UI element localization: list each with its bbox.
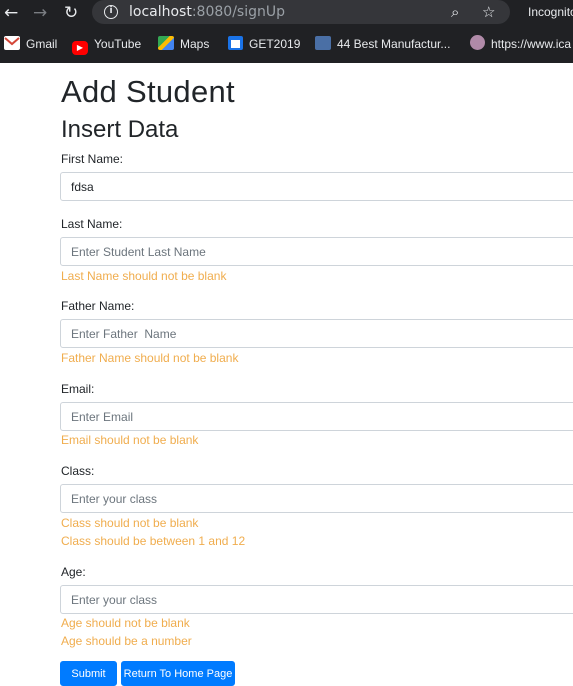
bookmark-gmail[interactable]: Gmail bbox=[4, 35, 57, 53]
star-icon[interactable]: ☆ bbox=[482, 2, 495, 22]
incognito-label[interactable]: Incognito bbox=[528, 5, 573, 19]
forward-icon[interactable]: → bbox=[33, 3, 47, 23]
bookmark-manufacturers[interactable]: 44 Best Manufactur... bbox=[315, 35, 450, 53]
age-input[interactable] bbox=[60, 585, 573, 614]
submit-button[interactable]: Submit bbox=[60, 661, 117, 686]
site-icon bbox=[315, 36, 331, 50]
father-name-input[interactable] bbox=[60, 319, 573, 348]
bookmark-ica[interactable]: https://www.ica bbox=[470, 35, 571, 53]
page-subtitle: Insert Data bbox=[61, 116, 179, 143]
first-name-input[interactable] bbox=[60, 172, 573, 201]
age-label: Age: bbox=[61, 565, 86, 579]
bookmark-label: Gmail bbox=[26, 37, 58, 51]
bookmark-label: 44 Best Manufactur... bbox=[337, 37, 451, 51]
email-error: Email should not be blank bbox=[61, 433, 199, 447]
bookmark-maps[interactable]: Maps bbox=[158, 35, 209, 53]
globe-icon bbox=[470, 35, 485, 50]
bookmark-youtube[interactable]: ▶ YouTube bbox=[72, 35, 142, 55]
reload-icon[interactable]: ↻ bbox=[64, 3, 78, 23]
back-icon[interactable]: ← bbox=[4, 3, 18, 23]
info-icon[interactable]: i bbox=[104, 5, 118, 19]
father-name-error: Father Name should not be blank bbox=[61, 351, 239, 365]
class-error-blank: Class should not be blank bbox=[61, 516, 199, 530]
bookmarks-bar: Gmail ▶ YouTube Maps GET2019 44 Best Manu… bbox=[0, 31, 573, 57]
url-host: localhost bbox=[129, 4, 192, 20]
browser-toolbar: ← → ↻ i localhost:8080/signUp ⌕ ☆ Incogn… bbox=[0, 0, 573, 26]
age-error-number: Age should be a number bbox=[61, 634, 192, 648]
class-input[interactable] bbox=[60, 484, 573, 513]
last-name-error: Last Name should not be blank bbox=[61, 269, 227, 283]
url-text: localhost:8080/signUp bbox=[129, 3, 285, 21]
url-path: :8080/signUp bbox=[191, 4, 285, 20]
last-name-input[interactable] bbox=[60, 237, 573, 266]
calendar-icon bbox=[228, 36, 243, 50]
bookmark-label: Maps bbox=[180, 37, 210, 51]
bookmark-label: https://www.ica bbox=[491, 37, 572, 51]
zoom-icon[interactable]: ⌕ bbox=[451, 2, 459, 22]
age-error-blank: Age should not be blank bbox=[61, 616, 190, 630]
youtube-icon: ▶ bbox=[72, 41, 88, 55]
browser-chrome: ← → ↻ i localhost:8080/signUp ⌕ ☆ Incogn… bbox=[0, 0, 573, 63]
last-name-label: Last Name: bbox=[61, 217, 123, 231]
return-home-button[interactable]: Return To Home Page bbox=[121, 661, 235, 686]
father-name-label: Father Name: bbox=[61, 299, 135, 313]
gmail-icon bbox=[4, 36, 20, 50]
email-label: Email: bbox=[61, 382, 95, 396]
bookmark-label: YouTube bbox=[94, 37, 142, 51]
class-error-range: Class should be between 1 and 12 bbox=[61, 534, 246, 548]
email-input[interactable] bbox=[60, 402, 573, 431]
maps-icon bbox=[158, 36, 174, 50]
class-label: Class: bbox=[61, 464, 95, 478]
bookmark-get2019[interactable]: GET2019 bbox=[228, 35, 300, 53]
address-bar[interactable]: i localhost:8080/signUp ⌕ ☆ bbox=[92, 0, 510, 24]
page-title: Add Student bbox=[61, 74, 235, 109]
bookmark-label: GET2019 bbox=[249, 37, 301, 51]
first-name-label: First Name: bbox=[61, 152, 124, 166]
